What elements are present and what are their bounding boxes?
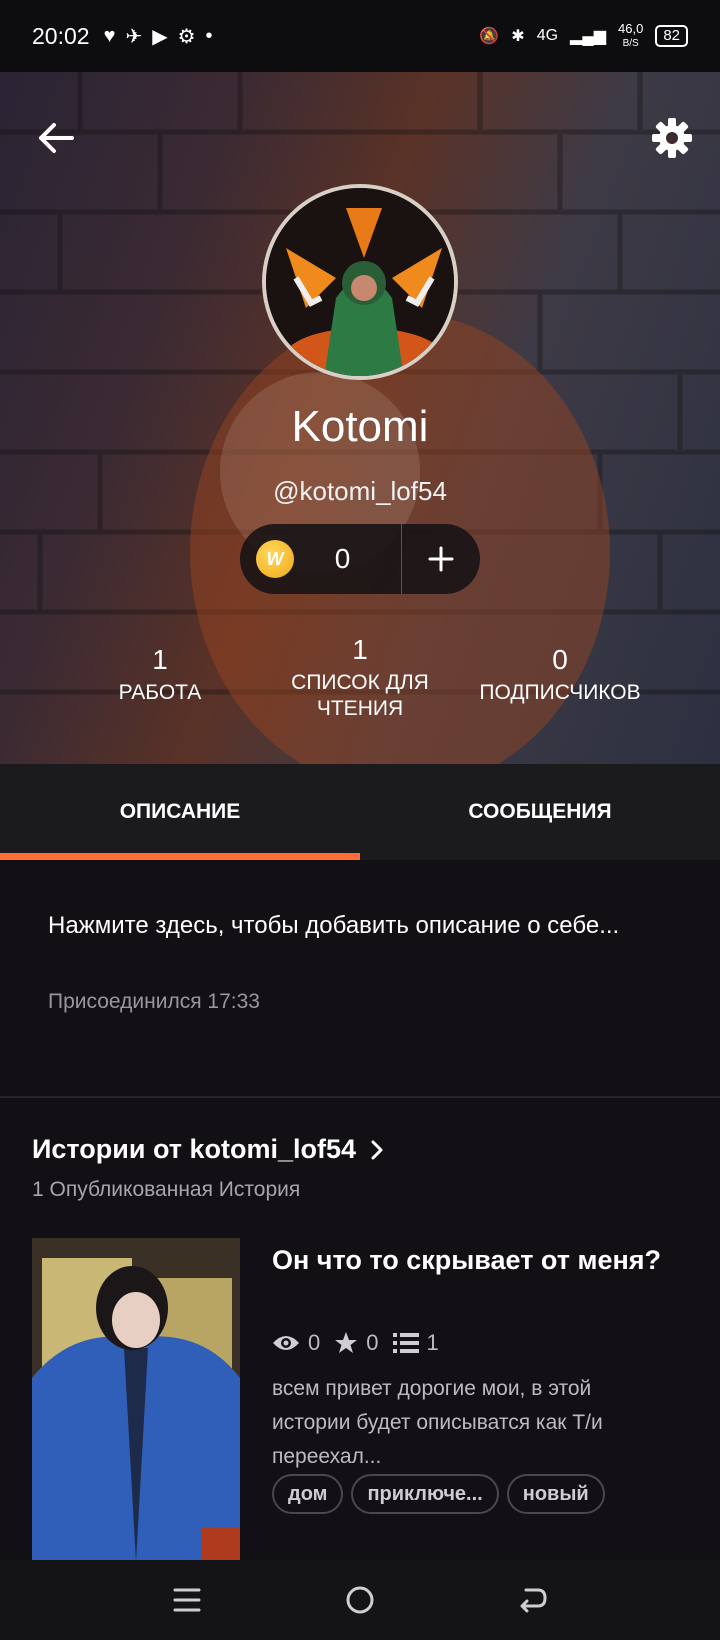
home-circle-icon — [346, 1586, 374, 1614]
story-cover-illustration — [32, 1238, 240, 1562]
add-coins-button[interactable] — [402, 524, 480, 594]
gear-icon — [652, 118, 692, 158]
story-tag[interactable]: приключе... — [351, 1474, 499, 1514]
story-votes: 0 — [334, 1330, 379, 1356]
speed-unit: B/S — [622, 38, 639, 49]
plus-icon — [428, 546, 454, 572]
youtube-icon: ▶ — [152, 25, 168, 48]
network-type: 4G — [536, 27, 559, 44]
stat-reading-lists[interactable]: 1 СПИСОК ДЛЯ ЧТЕНИЯ — [270, 634, 450, 722]
network-speed: 46,0 B/S — [618, 22, 643, 50]
back-button[interactable] — [26, 108, 86, 168]
story-parts-count: 1 — [426, 1330, 439, 1355]
add-description-prompt[interactable]: Нажмите здесь, чтобы добавить описание о… — [48, 906, 668, 946]
stories-title: Истории от kotomi_lof54 — [32, 1134, 357, 1164]
back-nav-button[interactable] — [503, 1570, 563, 1630]
profile-tabs: ОПИСАНИЕ СООБЩЕНИЯ — [0, 764, 720, 860]
display-name: Kotomi — [291, 402, 429, 451]
story-title[interactable]: Он что то скрывает от меня? — [272, 1242, 672, 1279]
profile-header: Kotomi @kotomi_lof54 W 0 1 РАБОТА 1 СПИС… — [0, 72, 720, 764]
back-arrow-icon — [39, 123, 74, 153]
home-button[interactable] — [330, 1570, 390, 1630]
notification-icons: ♥ ✈ ▶ ⚙ • — [104, 24, 213, 49]
stories-count: 1 Опубликованная История — [32, 1178, 301, 1201]
username: @kotomi_lof54 — [273, 476, 447, 506]
mute-icon: 🔕 — [479, 28, 500, 45]
story-views: 0 — [272, 1330, 320, 1356]
status-bar: 20:02 ♥ ✈ ▶ ⚙ • 🔕 ✱ 4G ▂▄▆ 46,0 B/S 82 — [0, 0, 720, 72]
stat-works[interactable]: 1 РАБОТА — [100, 644, 220, 706]
story-views-count: 0 — [308, 1330, 321, 1355]
heart-icon: ♥ — [103, 24, 116, 47]
star-icon — [335, 1332, 358, 1353]
bluetooth-icon: ✱ — [511, 28, 525, 45]
speed-value: 46,0 — [618, 21, 644, 36]
story-stats: 0 0 1 — [272, 1330, 439, 1356]
avatar[interactable] — [262, 184, 458, 380]
stat-reading-lists-value: 1 — [352, 634, 368, 665]
joined-date: Присоединился 17:33 — [48, 990, 260, 1013]
list-icon — [392, 1333, 419, 1353]
stat-works-value: 1 — [152, 644, 168, 675]
recent-apps-button[interactable] — [157, 1570, 217, 1630]
section-divider — [0, 1096, 720, 1098]
coin-icon: W — [256, 540, 294, 578]
stories-section-header[interactable]: Истории от kotomi_lof54 — [32, 1134, 384, 1165]
tab-about[interactable]: ОПИСАНИЕ — [0, 764, 360, 860]
eye-icon — [273, 1336, 299, 1350]
settings-button[interactable] — [642, 108, 702, 168]
status-time: 20:02 — [32, 22, 90, 49]
coins-widget: W 0 — [240, 524, 480, 594]
story-tags: дом приключе... новый — [272, 1474, 692, 1514]
story-tag[interactable]: дом — [272, 1474, 344, 1514]
story-votes-count: 0 — [366, 1330, 379, 1355]
coin-count: 0 — [334, 543, 351, 574]
tab-messages[interactable]: СООБЩЕНИЯ — [360, 764, 720, 860]
story-tag[interactable]: новый — [506, 1474, 605, 1514]
stat-followers[interactable]: 0 ПОДПИСЧИКОВ — [460, 644, 660, 706]
stat-works-label: РАБОТА — [118, 681, 202, 704]
bird-icon: ✈ — [125, 25, 143, 48]
stat-reading-lists-label: СПИСОК ДЛЯ ЧТЕНИЯ — [291, 671, 429, 720]
battery-indicator: 82 — [655, 25, 688, 47]
story-cover[interactable] — [32, 1238, 240, 1562]
dot-icon: • — [205, 24, 213, 47]
stat-followers-label: ПОДПИСЧИКОВ — [479, 681, 641, 704]
story-description: всем привет дорогие мои, в этой истории … — [272, 1377, 603, 1468]
chevron-right-icon — [371, 1140, 383, 1159]
menu-icon — [173, 1588, 201, 1612]
story-parts: 1 — [392, 1330, 439, 1356]
settings-small-icon: ⚙ — [177, 25, 196, 48]
return-icon — [520, 1588, 547, 1613]
system-icons: 🔕 ✱ 4G ▂▄▆ 46,0 B/S 82 — [479, 22, 688, 50]
stat-followers-value: 0 — [552, 644, 568, 675]
system-nav-bar — [0, 1560, 720, 1640]
signal-icon: ▂▄▆ — [570, 28, 606, 45]
avatar-illustration — [266, 188, 454, 376]
